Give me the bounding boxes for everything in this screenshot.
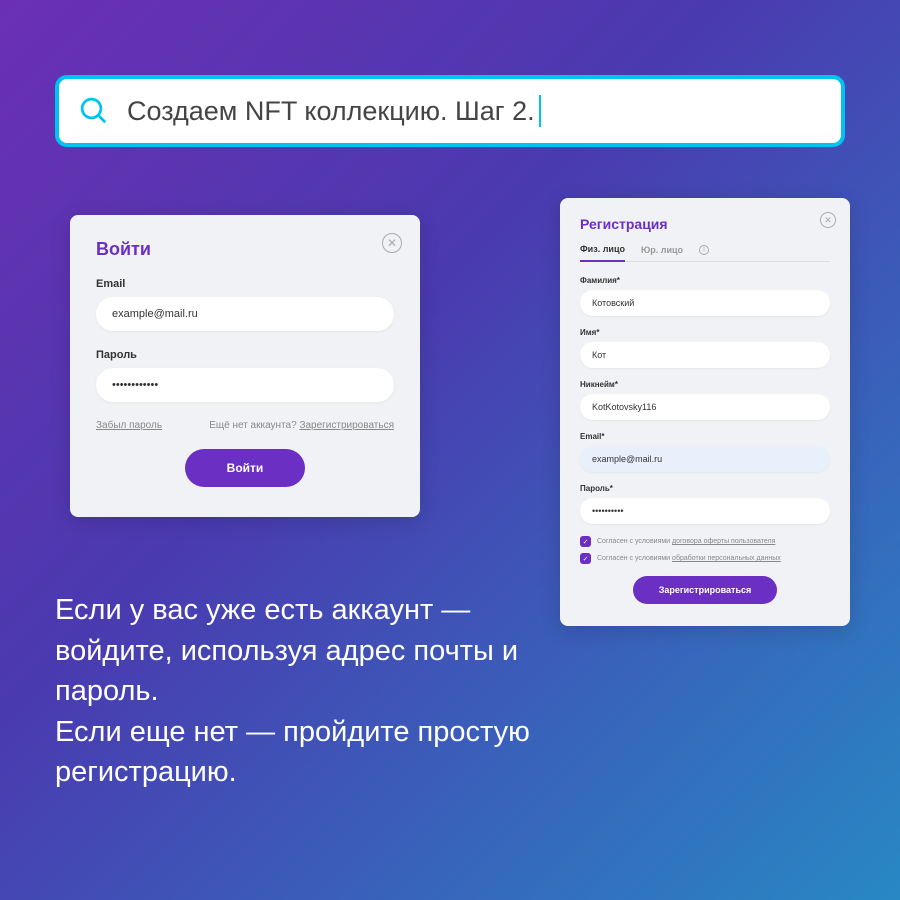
register-link[interactable]: Зарегистрироваться — [299, 420, 394, 431]
password-label: Пароль — [96, 349, 394, 361]
agree-offer-row: ✓ Согласен с условиями договора оферты п… — [580, 536, 830, 547]
name-field[interactable] — [580, 342, 830, 368]
checkbox-offer[interactable]: ✓ — [580, 536, 591, 547]
instruction-line-1: Если у вас уже есть аккаунт — войдите, и… — [55, 590, 595, 712]
login-card: Войти ✕ Email Пароль Забыл пароль Ещё не… — [70, 215, 420, 517]
privacy-link[interactable]: обработки персональных данных — [672, 555, 781, 562]
forgot-password-link[interactable]: Забыл пароль — [96, 420, 162, 431]
nickname-label: Никнейм* — [580, 380, 830, 389]
search-icon — [79, 96, 109, 126]
login-button[interactable]: Войти — [185, 449, 306, 487]
password-field[interactable] — [96, 368, 394, 402]
account-type-tabs: Физ. лицо Юр. лицо i — [580, 244, 830, 262]
tab-individual[interactable]: Физ. лицо — [580, 244, 625, 262]
no-account-text: Ещё нет аккаунта? Зарегистрироваться — [209, 420, 394, 431]
reg-password-label: Пароль* — [580, 484, 830, 493]
email-label: Email — [96, 278, 394, 290]
instruction-text: Если у вас уже есть аккаунт — войдите, и… — [55, 590, 595, 793]
close-icon[interactable]: ✕ — [382, 233, 402, 253]
agree-privacy-row: ✓ Согласен с условиями обработки персона… — [580, 553, 830, 564]
nickname-field[interactable] — [580, 394, 830, 420]
surname-field[interactable] — [580, 290, 830, 316]
text-cursor — [539, 95, 541, 127]
search-bar[interactable]: Создаем NFT коллекцию. Шаг 2. — [55, 75, 845, 147]
checkbox-privacy[interactable]: ✓ — [580, 553, 591, 564]
login-title: Войти — [96, 239, 394, 260]
reg-password-field[interactable] — [580, 498, 830, 524]
instruction-line-2: Если еще нет — пройдите простую регистра… — [55, 712, 595, 793]
register-card: Регистрация ✕ Физ. лицо Юр. лицо i Фамил… — [560, 198, 850, 626]
reg-email-field[interactable] — [580, 446, 830, 472]
search-text: Создаем NFT коллекцию. Шаг 2. — [127, 96, 535, 127]
register-button[interactable]: Зарегистрироваться — [633, 576, 777, 604]
reg-email-label: Email* — [580, 432, 830, 441]
tab-business[interactable]: Юр. лицо — [641, 245, 683, 261]
login-links: Забыл пароль Ещё нет аккаунта? Зарегистр… — [96, 420, 394, 431]
close-icon[interactable]: ✕ — [820, 212, 836, 228]
surname-label: Фамилия* — [580, 276, 830, 285]
email-field[interactable] — [96, 297, 394, 331]
info-icon[interactable]: i — [699, 245, 709, 255]
offer-link[interactable]: договора оферты пользователя — [672, 538, 775, 545]
register-title: Регистрация — [580, 216, 830, 232]
name-label: Имя* — [580, 328, 830, 337]
